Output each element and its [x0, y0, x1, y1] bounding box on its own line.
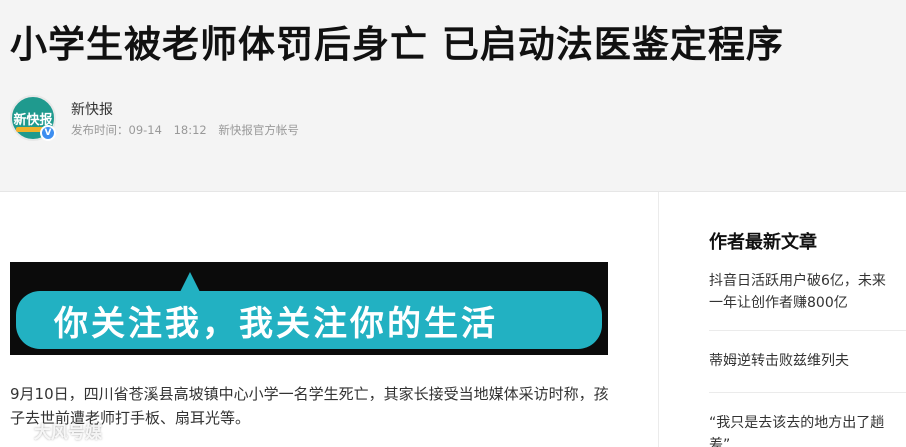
sidebar-article-link[interactable]: 抖音日活跃用户破6亿，未来一年让创作者赚800亿	[709, 270, 899, 314]
column-divider	[658, 192, 659, 447]
sidebar-heading: 作者最新文章	[709, 232, 817, 253]
sidebar-article-link[interactable]: 蒂姆逆转击败兹维列夫	[709, 350, 899, 372]
speech-bubble-tail	[180, 272, 200, 292]
watermark-logo-icon	[14, 425, 28, 439]
sidebar-article-link[interactable]: “我只是去该去的地方出了趟差”	[709, 412, 899, 447]
article-banner-image: 你关注我，我关注你的生活	[10, 262, 608, 355]
account-type: 新快报官方帐号	[218, 123, 299, 137]
sidebar-separator	[709, 330, 906, 331]
publish-time: 18:12	[173, 123, 207, 137]
publish-meta: 发布时间：09-14 18:12 新快报官方帐号	[71, 122, 307, 138]
article-header: 小学生被老师体罚后身亡 已启动法医鉴定程序 新快报 V 新快报 发布时间：09-…	[0, 0, 906, 192]
watermark: 大风号媒	[14, 418, 102, 443]
verified-icon: V	[40, 125, 56, 141]
speech-bubble: 你关注我，我关注你的生活	[16, 291, 602, 349]
banner-text: 你关注我，我关注你的生活	[54, 303, 498, 344]
author-name-link[interactable]: 新快报	[71, 99, 113, 119]
watermark-text: 大风号媒	[34, 423, 102, 443]
article-title: 小学生被老师体罚后身亡 已启动法医鉴定程序	[10, 23, 784, 66]
publish-date: 09-14	[128, 123, 162, 137]
publish-label: 发布时间：	[71, 123, 129, 137]
sidebar-separator	[709, 392, 906, 393]
